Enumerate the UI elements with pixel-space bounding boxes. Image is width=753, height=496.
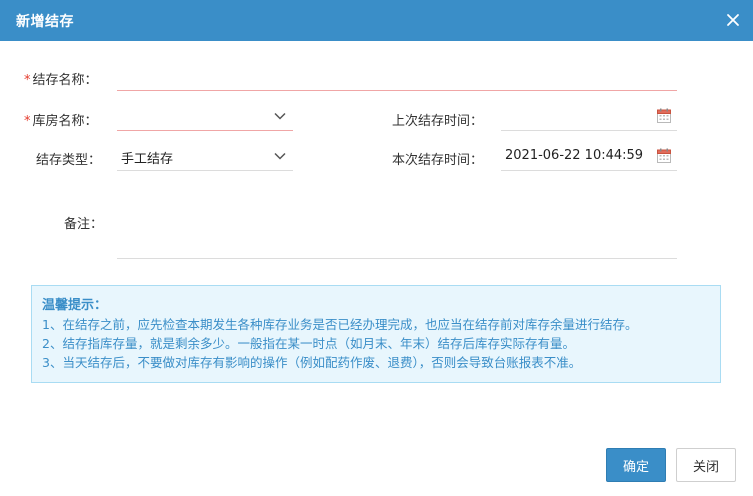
calendar-icon[interactable] — [657, 148, 671, 163]
close-button[interactable]: 关闭 — [676, 448, 736, 482]
chevron-down-icon[interactable] — [273, 149, 287, 163]
remark-label: 备注： — [64, 217, 104, 232]
warehouse-label-text: 库房名称： — [32, 114, 98, 129]
tip-line: 3、当天结存后，不要做对库存有影响的操作（例如配药作废、退费），否则会导致台账报… — [42, 355, 582, 370]
store-type-value: 手工结存 — [121, 152, 174, 167]
store-name-label: * 结存名称： — [24, 69, 98, 88]
this-time-input[interactable]: 2021-06-22 10:44:59 — [501, 141, 677, 171]
remark-textarea[interactable] — [117, 192, 677, 259]
store-name-input[interactable] — [117, 61, 677, 91]
required-mark: * — [24, 114, 31, 129]
tips-title: 温馨提示： — [42, 298, 108, 313]
dialog-title: 新增结存 — [16, 14, 74, 30]
this-time-value: 2021-06-22 10:44:59 — [505, 148, 644, 163]
tip-line: 1、在结存之前，应先检查本期发生各种库存业务是否已经办理完成，也应当在结存前对库… — [42, 317, 638, 332]
store-name-label-text: 结存名称： — [32, 73, 98, 88]
confirm-button[interactable]: 确定 — [606, 448, 666, 482]
last-time-input[interactable] — [501, 101, 677, 131]
dialog-titlebar: 新增结存 — [0, 0, 753, 41]
warehouse-label: * 库房名称： — [24, 110, 98, 129]
required-mark: * — [24, 73, 31, 88]
last-time-label: 上次结存时间： — [392, 114, 484, 129]
warehouse-select[interactable] — [117, 101, 293, 131]
store-type-label: 结存类型： — [36, 153, 102, 168]
this-time-label: 本次结存时间： — [392, 153, 484, 168]
tip-line: 2、结存指库存量，就是剩余多少。一般指在某一时点（如月末、年末）结存后库存实际存… — [42, 336, 575, 351]
chevron-down-icon[interactable] — [273, 109, 287, 123]
store-type-select[interactable]: 手工结存 — [117, 141, 293, 171]
tips-box: 温馨提示： 1、在结存之前，应先检查本期发生各种库存业务是否已经办理完成，也应当… — [31, 285, 721, 383]
close-icon[interactable] — [723, 10, 743, 30]
calendar-icon[interactable] — [657, 108, 671, 123]
